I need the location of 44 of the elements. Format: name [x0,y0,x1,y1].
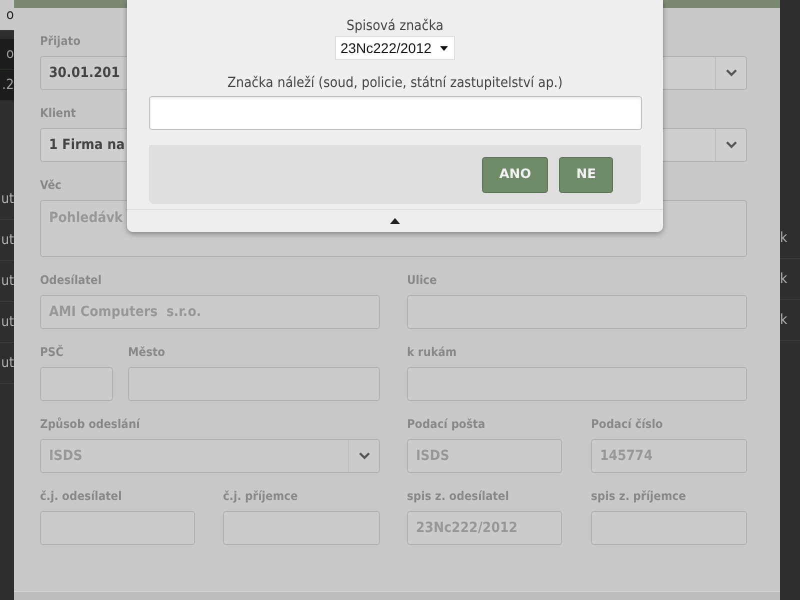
background-text: o [6,46,14,62]
field-label: k rukám [407,345,457,361]
input-field[interactable] [591,511,747,545]
background-text: k [780,230,788,246]
field-label: Způsob odeslání [40,417,140,433]
background-text: ut [1,314,14,330]
input-field[interactable] [40,367,113,401]
dialog-label: Spisová značka [346,18,444,34]
background-text: o [6,7,14,23]
field-label: Věc [40,178,62,194]
caret-up-icon [390,218,400,224]
chevron-down-icon [358,452,370,460]
field-label: č.j. odesílatel [40,489,122,505]
field-label: spis z. příjemce [591,489,686,505]
background-text: ut [1,232,14,248]
background-text: k [780,312,788,328]
input-field[interactable] [223,511,380,545]
dropdown[interactable]: 23Nc222/2012 [335,36,455,60]
dialog-button[interactable]: NE [559,156,613,192]
field-label: Podací pošta [407,417,486,433]
field-label: č.j. příjemce [223,489,298,505]
chevron-down-icon [726,141,736,149]
background-text: k [780,271,788,287]
background-text: .2 [2,77,14,93]
field-label: PSČ [40,345,64,361]
field-label: Podací číslo [591,417,663,433]
background-text: ut [1,355,14,371]
input-field[interactable] [148,96,642,130]
input-field[interactable] [407,367,747,401]
field-label: spis z. odesílatel [407,489,509,505]
field-label: Přijato [40,34,80,50]
dialog-label: Značka náleží (soud, policie, státní zastupitelství ap.) [227,75,563,91]
chevron-down-icon [726,69,736,77]
background-text: ut [1,273,14,289]
field-label: Klient [40,106,76,122]
field-label: Město [128,345,166,361]
input-field[interactable] [40,511,195,545]
field-label: Ulice [407,273,437,289]
background-text: ut [1,191,14,207]
caret-down-icon [440,46,448,50]
input-field[interactable] [407,295,747,329]
dialog-button[interactable]: ANO [482,156,548,192]
input-field[interactable] [128,367,380,401]
field-label: Odesílatel [40,273,102,289]
